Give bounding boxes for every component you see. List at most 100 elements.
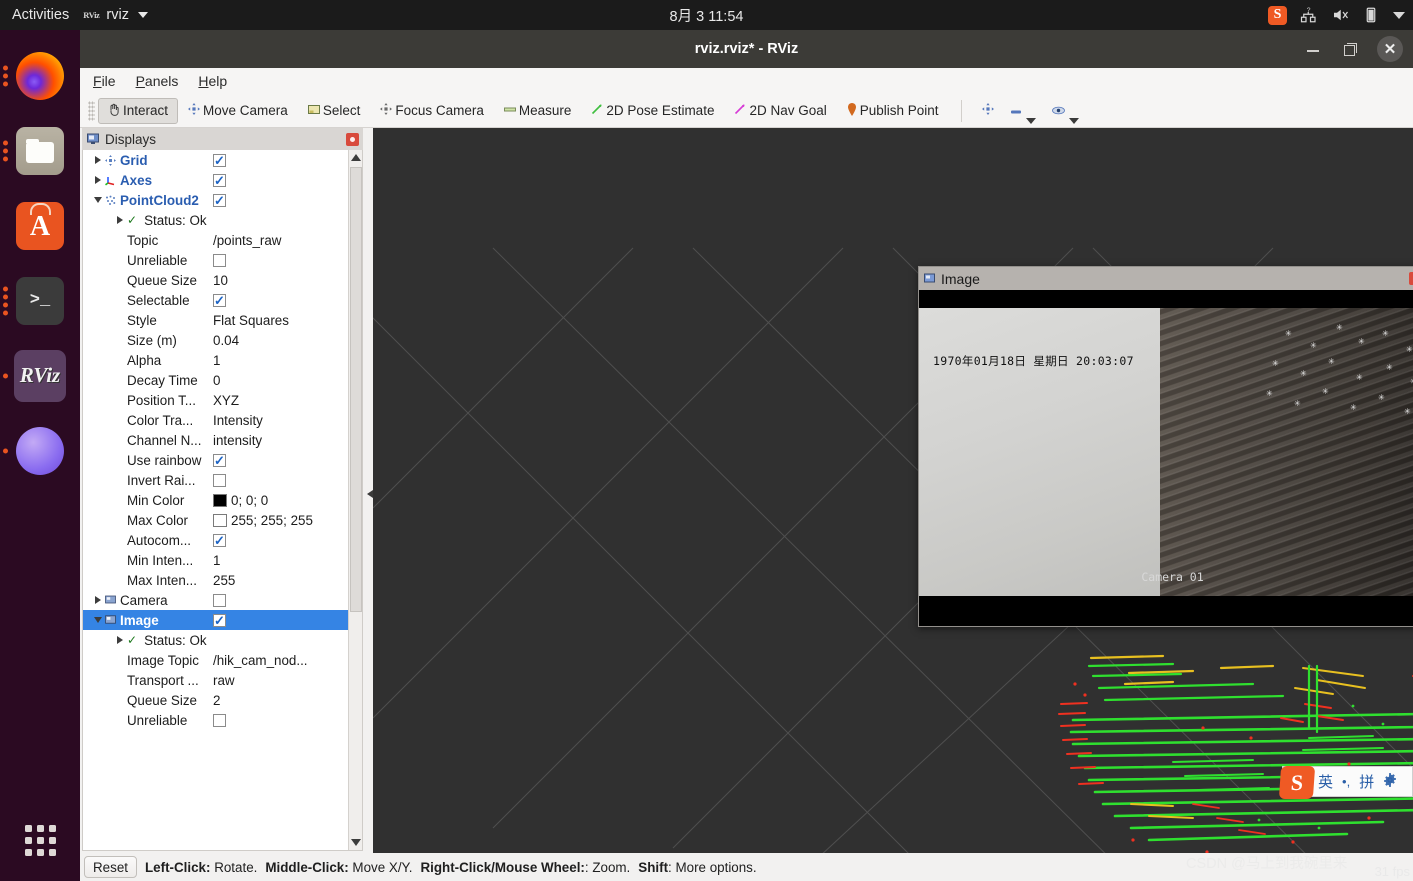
3d-viewport[interactable]: Image 1970年01月18日 星期日 20:03:07 ✳ ✳ ✳ ✳ ✳… (373, 128, 1413, 881)
window-titlebar[interactable]: rviz.rviz* - RViz ✕ (80, 30, 1413, 68)
row-value-cell[interactable]: XYZ (213, 393, 360, 408)
dock-item-ubuntu-software[interactable]: A (0, 188, 80, 263)
display-row[interactable]: Size (m) 0.04 (83, 330, 362, 350)
scroll-down-button[interactable] (349, 835, 362, 850)
row-checkbox[interactable] (213, 533, 226, 547)
close-button[interactable]: ✕ (1377, 36, 1403, 62)
row-checkbox[interactable] (213, 293, 226, 307)
row-checkbox[interactable] (213, 173, 226, 187)
menu-panels[interactable]: Panels (136, 73, 179, 89)
row-value-cell[interactable] (213, 473, 360, 487)
image-display-window[interactable]: Image 1970年01月18日 星期日 20:03:07 ✳ ✳ ✳ ✳ ✳… (918, 266, 1413, 627)
row-value-cell[interactable]: raw (213, 673, 360, 688)
app-menu[interactable]: RViz rviz (83, 7, 148, 23)
row-checkbox[interactable] (213, 613, 226, 627)
display-row[interactable]: Position T... XYZ (83, 390, 362, 410)
show-applications-button[interactable] (0, 809, 80, 871)
move-tool-icon-button[interactable] (974, 100, 1002, 121)
expand-arrow-icon[interactable] (91, 596, 105, 604)
tool-publish-point[interactable]: Publish Point (837, 98, 949, 124)
row-value-cell[interactable] (213, 173, 360, 187)
expand-arrow-icon[interactable] (113, 216, 127, 224)
row-value-cell[interactable]: /points_raw (213, 233, 360, 248)
sogou-pinyin[interactable]: 拼 (1359, 771, 1374, 792)
expand-arrow-icon[interactable] (113, 636, 127, 644)
row-value-cell[interactable]: 0.04 (213, 333, 360, 348)
row-checkbox[interactable] (213, 253, 226, 267)
dropdown-caret-icon[interactable] (1393, 11, 1405, 19)
row-value-cell[interactable] (213, 153, 360, 167)
display-row[interactable]: Queue Size 2 (83, 690, 362, 710)
sogou-punctuation[interactable]: •, (1342, 774, 1350, 789)
sogou-icon[interactable]: S (1268, 5, 1287, 25)
clock[interactable]: 8月 3 11:54 (670, 0, 744, 30)
dock-item-globe-app[interactable] (0, 413, 80, 488)
battery-icon[interactable] (1362, 6, 1380, 24)
row-value-cell[interactable]: 0; 0; 0 (213, 493, 360, 508)
display-row[interactable]: Decay Time 0 (83, 370, 362, 390)
display-row[interactable]: Image Topic/hik_cam_nod... (83, 650, 362, 670)
row-value-cell[interactable] (213, 533, 360, 547)
eye-dropdown-button[interactable] (1044, 100, 1087, 124)
tool-interact[interactable]: Interact (98, 97, 179, 124)
reset-button[interactable]: Reset (84, 856, 137, 878)
menu-file[interactable]: File (93, 73, 116, 89)
panel-splitter[interactable] (365, 128, 373, 881)
row-value-cell[interactable] (213, 253, 360, 267)
minimize-button[interactable] (1305, 41, 1321, 57)
row-checkbox[interactable] (213, 713, 226, 727)
activities-button[interactable]: Activities (0, 7, 83, 23)
row-value-cell[interactable]: 1 (213, 353, 360, 368)
collapse-arrow-icon[interactable] (91, 617, 105, 623)
tool-focus-camera[interactable]: Focus Camera (370, 98, 494, 123)
color-swatch[interactable] (213, 493, 227, 507)
row-checkbox[interactable] (213, 473, 226, 487)
row-checkbox[interactable] (213, 453, 226, 467)
display-row[interactable]: Topic/points_raw (83, 230, 362, 250)
display-row[interactable]: Min Inten... 1 (83, 550, 362, 570)
dock-item-files[interactable] (0, 113, 80, 188)
gear-icon[interactable] (1383, 772, 1397, 791)
displays-panel-close-icon[interactable] (346, 132, 359, 146)
minus-dropdown-button[interactable] (1002, 100, 1044, 124)
display-row[interactable]: Grid (83, 150, 362, 170)
display-row[interactable]: Alpha 1 (83, 350, 362, 370)
image-window-close-icon[interactable] (1409, 272, 1413, 285)
tool-move-camera[interactable]: Move Camera (178, 98, 298, 123)
display-row[interactable]: Image (83, 610, 362, 630)
row-value-cell[interactable]: Intensity (213, 413, 360, 428)
display-row[interactable]: ✓ Status: Ok (83, 630, 362, 650)
row-value-cell[interactable] (213, 593, 360, 607)
display-row[interactable]: Invert Rai... (83, 470, 362, 490)
tool-2d-nav-goal[interactable]: 2D Nav Goal (724, 98, 836, 123)
scrollbar-thumb[interactable] (350, 167, 362, 612)
sogou-logo-icon[interactable]: S (1278, 766, 1316, 799)
volume-muted-icon[interactable] (1331, 6, 1349, 24)
dock-item-terminal[interactable]: >_ (0, 263, 80, 338)
tool-select[interactable]: Select (298, 98, 371, 123)
dock-item-firefox[interactable] (0, 38, 80, 113)
row-value-cell[interactable]: /hik_cam_nod... (213, 653, 360, 668)
display-row[interactable]: Color Tra... Intensity (83, 410, 362, 430)
display-row[interactable]: Max Color 255; 255; 255 (83, 510, 362, 530)
dock-item-rviz[interactable]: RViz (0, 338, 80, 413)
display-row[interactable]: Style Flat Squares (83, 310, 362, 330)
row-value-cell[interactable]: 255; 255; 255 (213, 513, 360, 528)
displays-scrollbar[interactable] (348, 150, 362, 850)
displays-tree[interactable]: Grid Axes PointCloud2 ✓ Status: Ok Topic/poin… (82, 150, 363, 851)
row-value-cell[interactable] (213, 613, 360, 627)
display-row[interactable]: Use rainbow (83, 450, 362, 470)
image-window-titlebar[interactable]: Image (919, 267, 1413, 290)
expand-arrow-icon[interactable] (91, 156, 105, 164)
display-row[interactable]: Unreliable (83, 250, 362, 270)
row-value-cell[interactable] (213, 453, 360, 467)
display-row[interactable]: Max Inten... 255 (83, 570, 362, 590)
row-value-cell[interactable]: 0 (213, 373, 360, 388)
row-checkbox[interactable] (213, 153, 226, 167)
row-value-cell[interactable]: 255 (213, 573, 360, 588)
row-checkbox[interactable] (213, 193, 226, 207)
display-row[interactable]: ✓ Status: Ok (83, 210, 362, 230)
display-row[interactable]: Min Color 0; 0; 0 (83, 490, 362, 510)
collapse-arrow-icon[interactable] (91, 197, 105, 203)
tool-2d-pose-estimate[interactable]: 2D Pose Estimate (581, 98, 724, 123)
